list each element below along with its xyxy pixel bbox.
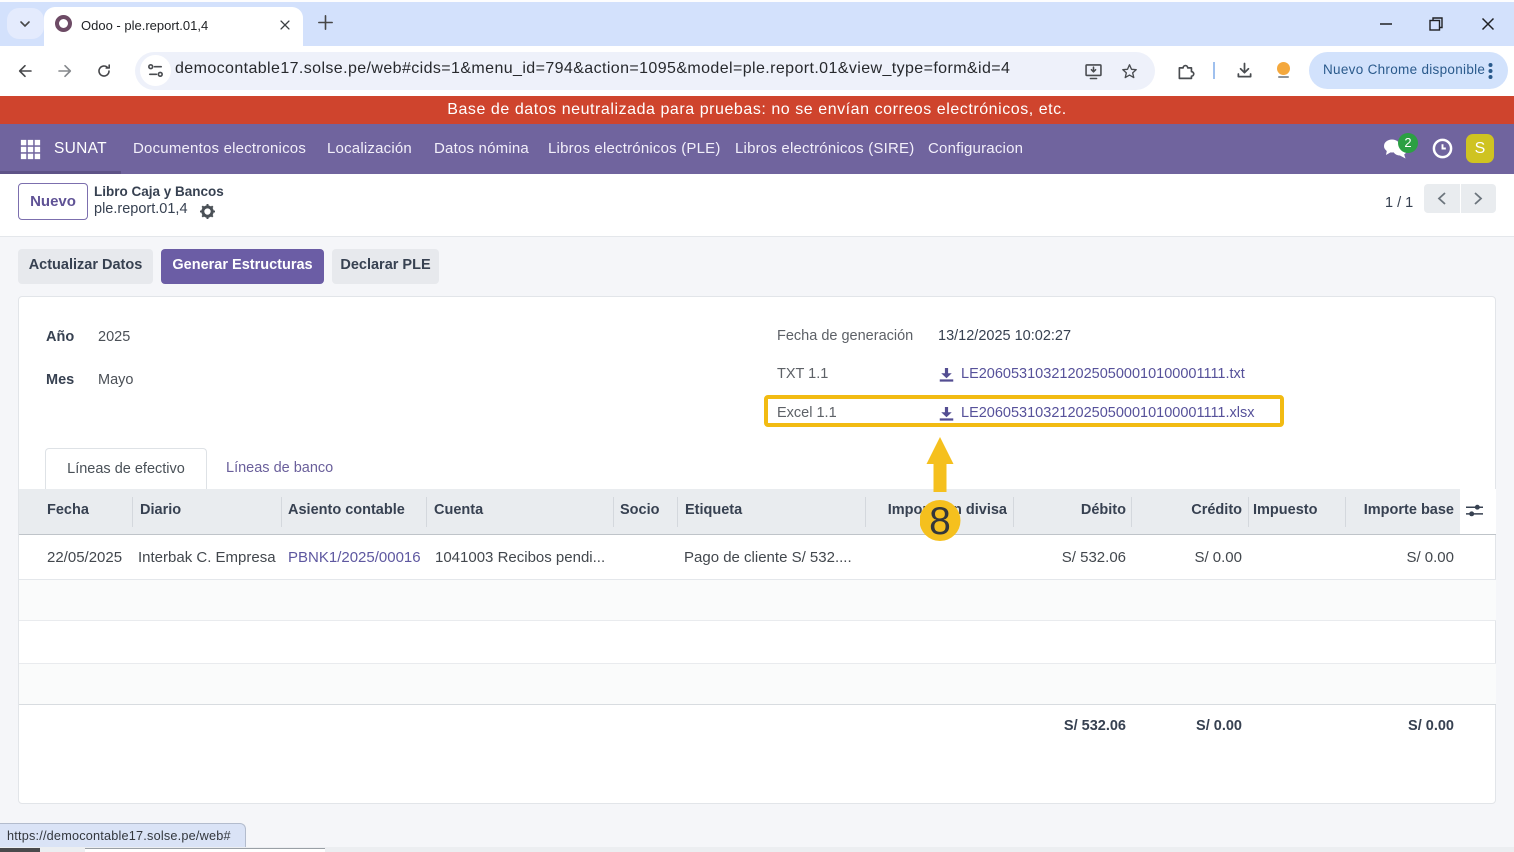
svg-text:8: 8: [929, 500, 951, 543]
